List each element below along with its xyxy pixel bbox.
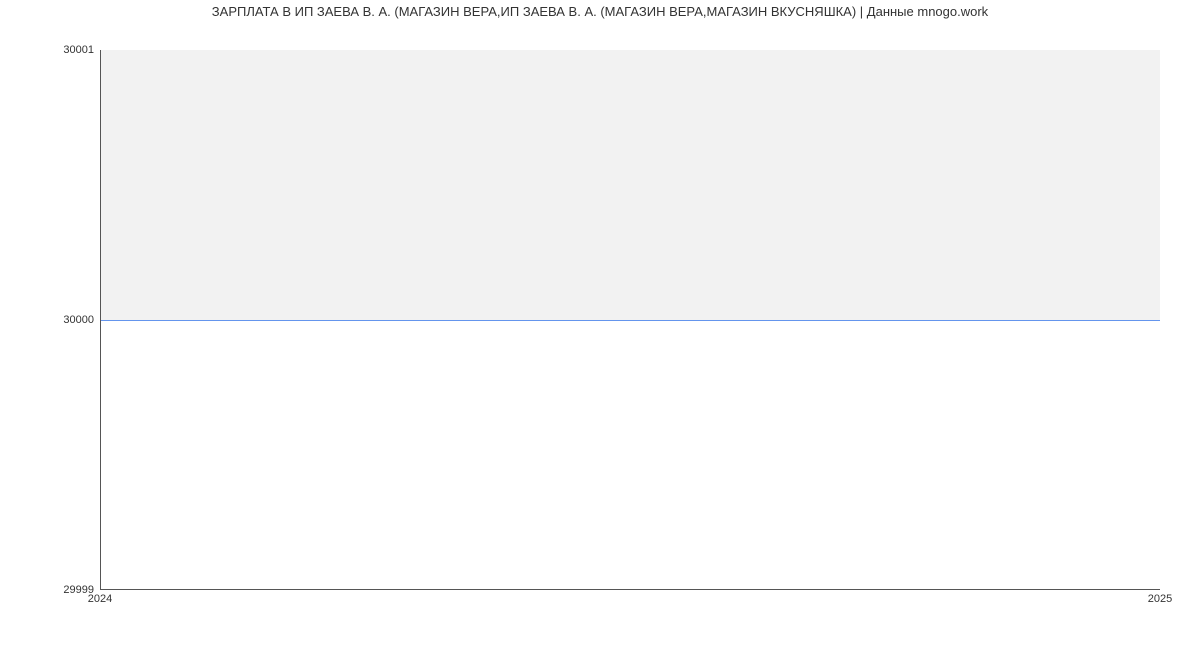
grid-band xyxy=(101,50,1160,320)
series-line-salary xyxy=(101,320,1160,321)
x-tick-label: 2024 xyxy=(88,593,112,605)
plot-area xyxy=(100,50,1160,590)
chart-container: ЗАРПЛАТА В ИП ЗАЕВА В. А. (МАГАЗИН ВЕРА,… xyxy=(0,0,1200,650)
y-tick-label: 30000 xyxy=(63,314,94,326)
x-tick-label: 2025 xyxy=(1148,593,1172,605)
chart-title: ЗАРПЛАТА В ИП ЗАЕВА В. А. (МАГАЗИН ВЕРА,… xyxy=(0,4,1200,19)
y-tick-label: 30001 xyxy=(63,44,94,56)
